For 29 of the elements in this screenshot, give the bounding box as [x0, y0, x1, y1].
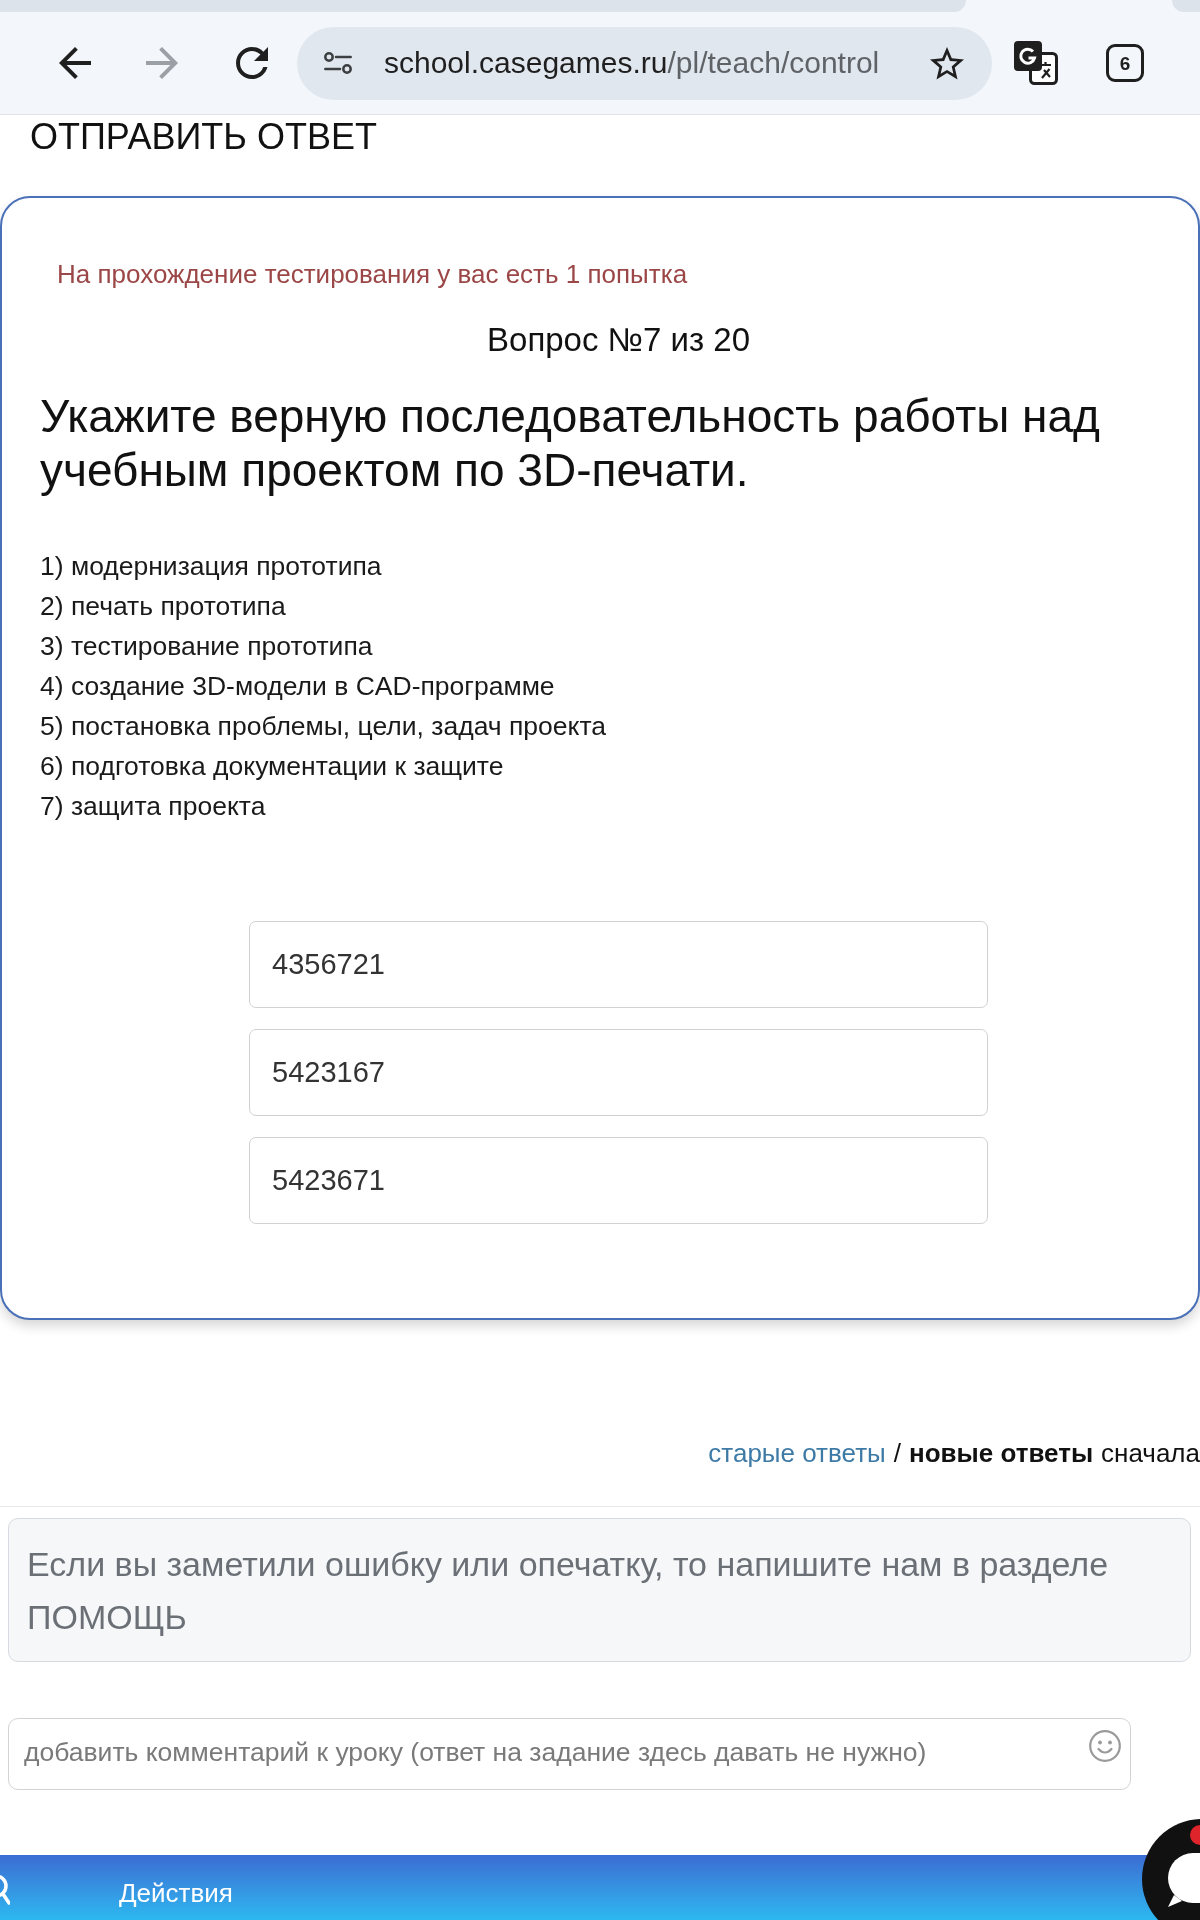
sort-option[interactable]: старые ответы	[708, 1437, 886, 1469]
tab-count-button[interactable]: 6	[1106, 44, 1144, 82]
translate-icon[interactable]	[1014, 41, 1058, 85]
question-text: Укажите верную последовательность работы над учебным проектом по 3D-печати.	[40, 389, 1101, 497]
address-bar[interactable]: school.casegames.ru/pl/teach/control	[297, 26, 992, 100]
step-item: 1) модернизация прототипа	[40, 550, 382, 583]
sort-separator: /	[893, 1437, 901, 1469]
answer-option[interactable]: 4356721	[249, 921, 988, 1008]
emoji-icon[interactable]	[1089, 1730, 1121, 1762]
step-item: 4) создание 3D-модели в CAD-программе	[40, 670, 555, 703]
attempts-note: На прохождение тестирования у вас есть 1 попытка	[57, 259, 688, 289]
sliders-icon[interactable]	[324, 52, 352, 74]
sort-suffix: сначала	[1101, 1437, 1200, 1469]
answer-option[interactable]: 5423671	[249, 1137, 988, 1224]
question-counter: Вопрос №7 из 20	[487, 321, 750, 359]
reload-icon[interactable]	[236, 47, 268, 79]
answer-option[interactable]: 5423167	[249, 1029, 988, 1116]
step-item: 3) тестирование прототипа	[40, 630, 373, 663]
notice-message: Если вы заметили ошибку или опечатку, то напишите нам в разделе ПОМОЩЬ	[8, 1518, 1191, 1662]
step-item: 7) защита проекта	[40, 790, 266, 823]
back-arrow-icon[interactable]	[59, 47, 91, 79]
sort-option[interactable]: новые ответы	[909, 1437, 1094, 1469]
step-item: 6) подготовка документации к защите	[40, 750, 504, 783]
step-item: 5) постановка проблемы, цели, задач проекта	[40, 710, 606, 743]
step-item: 2) печать прототипа	[40, 590, 286, 623]
url-text: school.casegames.ru/pl/teach/control	[384, 45, 880, 81]
star-icon[interactable]	[930, 46, 964, 80]
comment-field[interactable]: добавить комментарий к уроку (ответ на задание здесь давать не нужно)	[8, 1718, 1131, 1790]
submit-answer-button[interactable]: ОТПРАВИТЬ ОТВЕТ	[30, 119, 377, 155]
